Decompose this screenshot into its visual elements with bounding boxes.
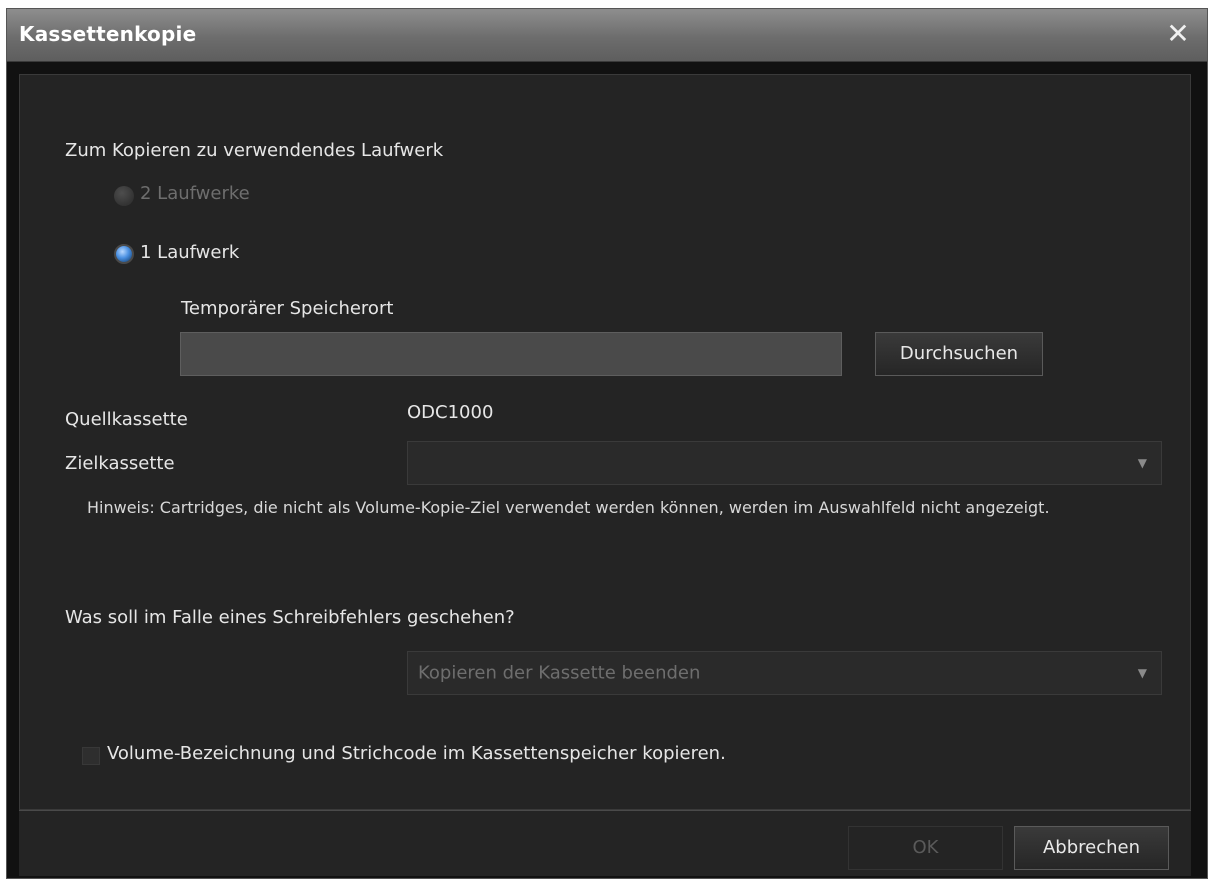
copy-volume-label: Volume-Bezeichnung und Strichcode im Kas… <box>107 743 726 764</box>
drive-heading: Zum Kopieren zu verwendendes Laufwerk <box>65 140 444 161</box>
browse-button[interactable]: Durchsuchen <box>875 332 1043 376</box>
target-cartridge-select[interactable]: ▼ <box>407 441 1162 485</box>
dialog-footer: OK Abbrechen <box>19 810 1191 876</box>
radio-one-drive[interactable] <box>114 244 134 264</box>
radio-one-drive-label: 1 Laufwerk <box>140 242 240 263</box>
dialog-title: Kassettenkopie <box>19 22 197 46</box>
copy-volume-checkbox[interactable] <box>82 747 100 765</box>
dialog-content: Zum Kopieren zu verwendendes Laufwerk 2 … <box>19 74 1191 810</box>
dialog-body: Zum Kopieren zu verwendendes Laufwerk 2 … <box>7 62 1207 878</box>
radio-two-drives-label: 2 Laufwerke <box>140 183 250 204</box>
source-cartridge-label: Quellkassette <box>65 409 188 430</box>
chevron-down-icon: ▼ <box>1137 666 1147 680</box>
chevron-down-icon: ▼ <box>1137 456 1147 470</box>
target-cartridge-label: Zielkassette <box>65 453 175 474</box>
dialog-window: Kassettenkopie ✕ Zum Kopieren zu verwend… <box>6 8 1208 879</box>
write-error-question: Was soll im Falle eines Schreibfehlers g… <box>65 607 515 628</box>
radio-two-drives[interactable] <box>114 186 134 206</box>
temp-location-input[interactable] <box>180 332 842 376</box>
source-cartridge-value: ODC1000 <box>407 402 494 423</box>
cancel-button[interactable]: Abbrechen <box>1014 826 1169 870</box>
write-error-value: Kopieren der Kassette beenden <box>418 662 701 684</box>
hint-note: Hinweis: Cartridges, die nicht als Volum… <box>87 498 1050 517</box>
title-bar[interactable]: Kassettenkopie ✕ <box>7 9 1207 62</box>
write-error-select[interactable]: Kopieren der Kassette beenden ▼ <box>407 651 1162 695</box>
ok-button[interactable]: OK <box>848 826 1003 870</box>
temp-location-label: Temporärer Speicherort <box>181 298 394 319</box>
close-icon[interactable]: ✕ <box>1163 19 1193 49</box>
